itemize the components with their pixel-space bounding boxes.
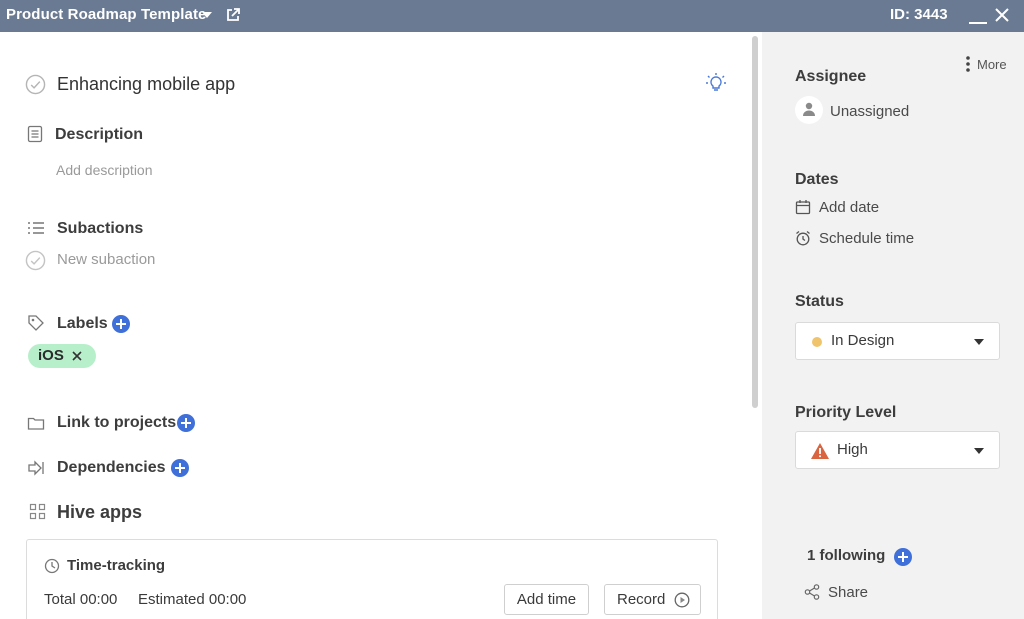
label-chip-text: iOS <box>38 347 64 364</box>
project-title[interactable]: Product Roadmap Template <box>6 6 206 23</box>
chevron-down-icon <box>974 448 984 454</box>
tag-icon <box>28 315 44 331</box>
priority-select[interactable]: High <box>795 431 1000 469</box>
following-count[interactable]: 1 following <box>807 547 885 564</box>
list-icon <box>28 222 44 234</box>
description-icon <box>27 125 43 143</box>
subaction-check-icon <box>25 250 46 271</box>
add-date-link[interactable]: Add date <box>819 199 879 216</box>
clock-icon <box>44 558 60 574</box>
warning-icon <box>811 443 829 459</box>
description-input[interactable]: Add description <box>56 162 153 178</box>
record-button-label: Record <box>617 591 666 608</box>
assignee-heading: Assignee <box>795 68 867 85</box>
folder-icon <box>27 417 45 430</box>
task-title[interactable]: Enhancing mobile app <box>57 74 235 95</box>
description-label: Description <box>55 126 144 143</box>
record-button[interactable]: Record <box>604 584 701 615</box>
status-color-dot <box>812 337 822 347</box>
remove-label-icon[interactable] <box>70 349 84 363</box>
priority-heading: Priority Level <box>795 404 897 421</box>
link-projects-label[interactable]: Link to projects <box>57 414 176 432</box>
subactions-label: Subactions <box>57 220 144 237</box>
assignee-value[interactable]: Unassigned <box>830 103 909 120</box>
time-tracking-title: Time-tracking <box>67 557 166 574</box>
play-icon <box>674 592 690 608</box>
share-icon <box>804 584 820 600</box>
more-dots-icon[interactable] <box>966 56 970 72</box>
dates-heading: Dates <box>795 171 839 188</box>
dependency-arrow-icon <box>28 460 44 476</box>
lightbulb-icon[interactable] <box>705 72 727 94</box>
alarm-clock-icon <box>796 230 810 246</box>
new-subaction-input[interactable]: New subaction <box>57 251 155 268</box>
avatar[interactable] <box>795 96 823 124</box>
time-tracking-card: Time-tracking Total 00:00 Estimated 00:0… <box>26 539 718 619</box>
chevron-down-icon <box>974 339 984 345</box>
status-heading: Status <box>795 293 844 310</box>
status-select[interactable]: In Design <box>795 322 1000 360</box>
hive-apps-heading: Hive apps <box>57 502 143 522</box>
apps-grid-icon <box>29 503 46 520</box>
schedule-time-link[interactable]: Schedule time <box>819 230 914 247</box>
title-bar: Product Roadmap Template ID: 3443 <box>0 0 1024 32</box>
add-project-link-button[interactable] <box>177 414 195 432</box>
more-menu-button[interactable]: More <box>977 57 1007 72</box>
add-label-button[interactable] <box>112 315 130 333</box>
open-external-icon[interactable] <box>225 7 241 23</box>
share-button[interactable]: Share <box>828 584 868 601</box>
task-side-panel: More Assignee Unassigned Dates Add date … <box>762 32 1024 619</box>
project-dropdown-icon[interactable] <box>202 12 212 18</box>
calendar-icon <box>795 200 811 215</box>
close-icon[interactable] <box>993 6 1011 24</box>
priority-value: High <box>837 441 868 458</box>
label-chip-ios[interactable]: iOS <box>28 344 96 368</box>
add-time-button[interactable]: Add time <box>504 584 589 615</box>
status-value: In Design <box>831 332 895 349</box>
add-follower-button[interactable] <box>894 548 912 566</box>
estimated-time[interactable]: Estimated 00:00 <box>138 591 246 608</box>
labels-label: Labels <box>57 315 108 332</box>
add-dependency-button[interactable] <box>171 459 189 477</box>
minimize-icon[interactable] <box>968 8 988 24</box>
total-time: Total 00:00 <box>44 591 118 608</box>
dependencies-label[interactable]: Dependencies <box>57 459 165 477</box>
main-scrollbar[interactable] <box>752 36 758 408</box>
complete-task-checkbox[interactable] <box>25 74 46 95</box>
person-icon <box>803 102 815 116</box>
task-id: ID: 3443 <box>890 6 948 23</box>
